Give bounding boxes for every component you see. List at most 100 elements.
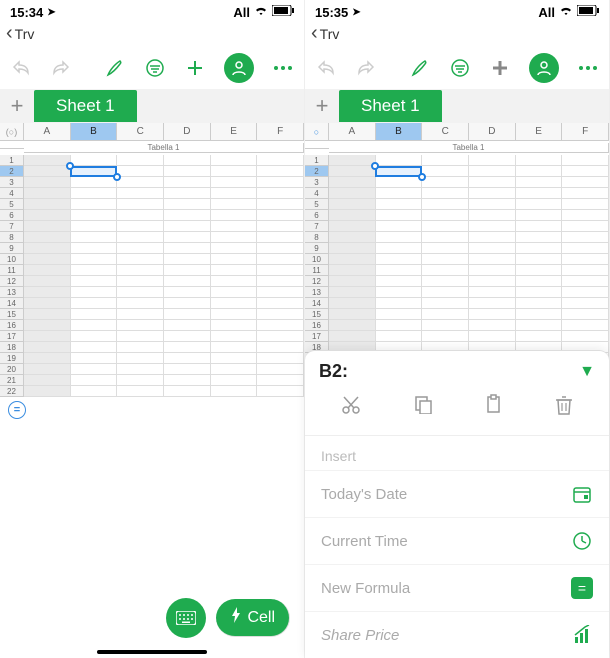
- brush-icon[interactable]: [104, 57, 126, 79]
- row-header[interactable]: 4: [305, 188, 329, 199]
- insert-share-row[interactable]: Share Price: [305, 611, 609, 658]
- row-header[interactable]: 2: [0, 166, 24, 177]
- row-header[interactable]: 14: [305, 298, 329, 309]
- select-all-corner[interactable]: ○: [305, 123, 329, 140]
- row-header[interactable]: 5: [305, 199, 329, 210]
- col-header[interactable]: C: [117, 123, 164, 140]
- cut-icon[interactable]: [340, 394, 362, 421]
- insert-time-row[interactable]: Current Time: [305, 517, 609, 564]
- paste-icon[interactable]: [483, 394, 503, 421]
- insert-today-row[interactable]: Today's Date: [305, 470, 609, 517]
- insert-formula-row[interactable]: New Formula =: [305, 564, 609, 611]
- row-header[interactable]: 1: [0, 155, 24, 166]
- row-header[interactable]: 16: [305, 320, 329, 331]
- delete-icon[interactable]: [554, 394, 574, 421]
- row-header[interactable]: 10: [305, 254, 329, 265]
- cell-button[interactable]: Cell: [216, 599, 290, 637]
- sheet-tab[interactable]: Sheet 1: [34, 90, 137, 122]
- avatar-icon[interactable]: [529, 53, 559, 83]
- filter-icon[interactable]: [449, 57, 471, 79]
- insert-time-label: Current Time: [321, 533, 408, 550]
- row-header[interactable]: 17: [305, 331, 329, 342]
- row-header[interactable]: 13: [0, 287, 24, 298]
- more-icon[interactable]: [577, 57, 599, 79]
- toolbar: [305, 47, 609, 89]
- col-header[interactable]: B: [376, 123, 423, 140]
- col-header[interactable]: B: [71, 123, 118, 140]
- row-header[interactable]: 10: [0, 254, 24, 265]
- row-header[interactable]: 14: [0, 298, 24, 309]
- table-title: Tabella 1: [24, 143, 304, 153]
- formula-button[interactable]: =: [8, 401, 26, 419]
- add-sheet-button[interactable]: +: [305, 93, 339, 119]
- back-row[interactable]: ‹ Trv: [305, 22, 609, 47]
- row-header[interactable]: 17: [0, 331, 24, 342]
- row-header[interactable]: 4: [0, 188, 24, 199]
- row-header[interactable]: 9: [305, 243, 329, 254]
- lightning-icon: [230, 607, 242, 628]
- add-sheet-button[interactable]: +: [0, 93, 34, 119]
- row-header[interactable]: 16: [0, 320, 24, 331]
- more-icon[interactable]: [272, 57, 294, 79]
- back-row[interactable]: ‹ Trv: [0, 22, 304, 47]
- col-header[interactable]: F: [257, 123, 304, 140]
- row-header[interactable]: 18: [0, 342, 24, 353]
- col-header[interactable]: C: [422, 123, 469, 140]
- row-header[interactable]: 19: [0, 353, 24, 364]
- row-header[interactable]: 6: [0, 210, 24, 221]
- row-header[interactable]: 8: [305, 232, 329, 243]
- keyboard-button[interactable]: [166, 598, 206, 638]
- battery-icon: [577, 5, 599, 19]
- row-header[interactable]: 1: [305, 155, 329, 166]
- filter-icon[interactable]: [144, 57, 166, 79]
- spreadsheet-grid[interactable]: (○) A B C D E F Tabella 1 1 2 3 4 5 6 7 …: [0, 123, 304, 397]
- add-icon[interactable]: [184, 57, 206, 79]
- row-header[interactable]: 11: [305, 265, 329, 276]
- row-header[interactable]: 12: [0, 276, 24, 287]
- undo-icon[interactable]: [315, 57, 337, 79]
- row-header[interactable]: 7: [0, 221, 24, 232]
- row-header[interactable]: 12: [305, 276, 329, 287]
- row-header[interactable]: 15: [305, 309, 329, 320]
- row-header[interactable]: 21: [0, 375, 24, 386]
- selection-handle-br[interactable]: [113, 173, 121, 181]
- row-header[interactable]: 7: [305, 221, 329, 232]
- row-header[interactable]: 11: [0, 265, 24, 276]
- col-header[interactable]: A: [24, 123, 71, 140]
- cell-selection[interactable]: [70, 166, 117, 177]
- sheet-tab[interactable]: Sheet 1: [339, 90, 442, 122]
- row-header[interactable]: 20: [0, 364, 24, 375]
- row-header[interactable]: 9: [0, 243, 24, 254]
- row-header[interactable]: 8: [0, 232, 24, 243]
- col-header[interactable]: D: [469, 123, 516, 140]
- select-all-corner[interactable]: (○): [0, 123, 24, 140]
- selection-handle-tl[interactable]: [371, 162, 379, 170]
- selection-handle-tl[interactable]: [66, 162, 74, 170]
- undo-icon[interactable]: [10, 57, 32, 79]
- row-header[interactable]: 13: [305, 287, 329, 298]
- collapse-icon[interactable]: ▼: [579, 363, 595, 381]
- col-header[interactable]: D: [164, 123, 211, 140]
- row-header[interactable]: 6: [305, 210, 329, 221]
- cell-selection[interactable]: [375, 166, 422, 177]
- copy-icon[interactable]: [413, 394, 433, 421]
- col-header[interactable]: A: [329, 123, 376, 140]
- add-icon[interactable]: [489, 57, 511, 79]
- col-header[interactable]: E: [211, 123, 258, 140]
- row-header[interactable]: 22: [0, 386, 24, 397]
- row-header[interactable]: 3: [0, 177, 24, 188]
- avatar-icon[interactable]: [224, 53, 254, 83]
- home-indicator[interactable]: [97, 650, 207, 654]
- col-header[interactable]: E: [516, 123, 563, 140]
- insert-today-label: Today's Date: [321, 486, 407, 503]
- row-header[interactable]: 15: [0, 309, 24, 320]
- redo-icon[interactable]: [50, 57, 72, 79]
- row-header[interactable]: 3: [305, 177, 329, 188]
- brush-icon[interactable]: [409, 57, 431, 79]
- status-bar: 15:34 ➤ All: [0, 0, 304, 22]
- selection-handle-br[interactable]: [418, 173, 426, 181]
- row-header[interactable]: 5: [0, 199, 24, 210]
- row-header[interactable]: 2: [305, 166, 329, 177]
- redo-icon[interactable]: [355, 57, 377, 79]
- col-header[interactable]: F: [562, 123, 609, 140]
